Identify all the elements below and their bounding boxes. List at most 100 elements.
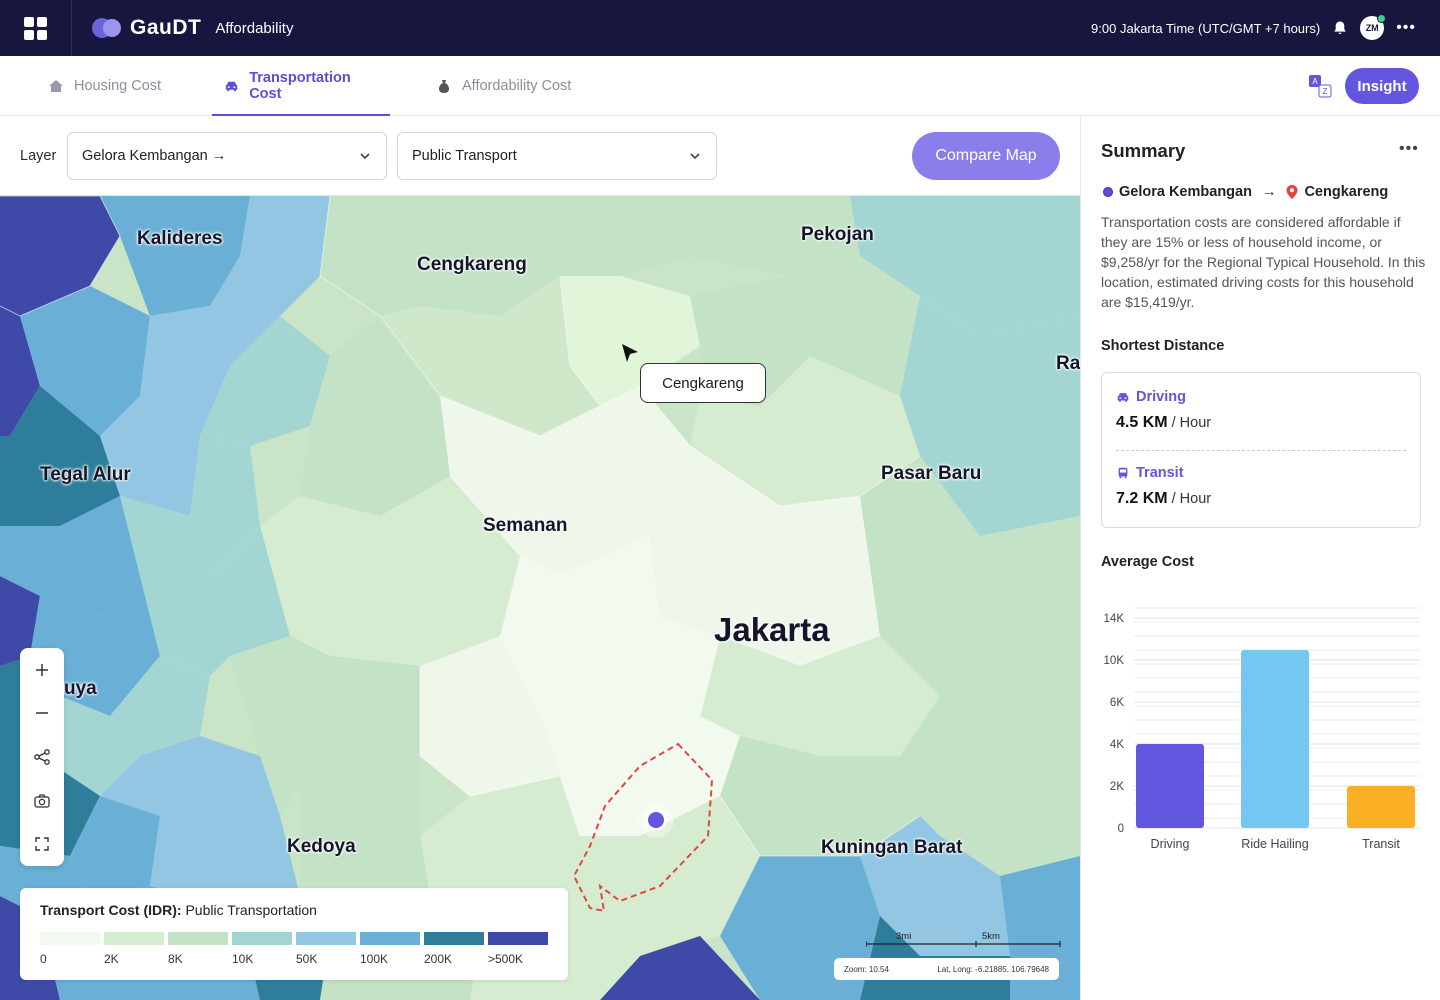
y-tick-label: 2K <box>1110 781 1124 793</box>
map-tooltip: Cengkareng <box>640 363 766 403</box>
fullscreen-icon <box>35 837 49 851</box>
map-label-jakarta: Jakarta <box>714 611 830 648</box>
legend-swatch <box>104 932 164 945</box>
transit-unit: / Hour <box>1167 491 1212 507</box>
zoom-out-button[interactable] <box>20 692 64 736</box>
map-label-tegal-alur: Tegal Alur <box>40 464 131 485</box>
map-controls <box>20 648 64 866</box>
car-icon <box>225 81 238 92</box>
chevron-down-icon <box>360 153 370 160</box>
legend-swatch <box>296 932 356 945</box>
map-label-semanan: Semanan <box>483 515 568 536</box>
summary-panel: Summary ••• Gelora Kembangan → Cengkaren… <box>1080 116 1440 1000</box>
transit-value: 7.2 KM <box>1116 490 1168 507</box>
tab-label: Affordability Cost <box>462 78 572 94</box>
map-label-kuningan-barat: Kuningan Barat <box>821 837 963 858</box>
bell-icon[interactable] <box>1332 20 1348 36</box>
app-grid-icon[interactable] <box>0 0 72 56</box>
minus-icon <box>36 712 48 715</box>
bus-icon <box>1118 467 1128 479</box>
layer-bar: Layer Gelora Kembangan → Public Transpor… <box>0 116 1080 196</box>
share-icon <box>34 749 50 765</box>
legend-swatch <box>40 932 100 945</box>
tab-affordability-cost[interactable]: Affordability Cost <box>426 56 581 116</box>
map-pin-icon <box>1286 185 1298 199</box>
layer-label: Layer <box>20 148 57 164</box>
legend-tick-label: 8K <box>168 952 183 966</box>
map-label-kalideres: Kalideres <box>137 228 223 249</box>
more-options-icon[interactable]: ••• <box>1399 140 1419 158</box>
origin-select-value: Gelora Kembangan → <box>82 148 227 164</box>
house-icon <box>49 80 63 92</box>
legend-swatch <box>168 932 228 945</box>
zoom-in-button[interactable] <box>20 648 64 692</box>
driving-label: Driving <box>1136 389 1186 405</box>
x-tick-label: Driving <box>1151 837 1190 851</box>
map-label-cengkareng: Cengkareng <box>417 254 527 275</box>
y-tick-label: 0 <box>1118 823 1124 835</box>
shortest-distance-title: Shortest Distance <box>1101 338 1225 354</box>
transport-mode-select[interactable]: Public Transport <box>397 132 717 180</box>
tab-transportation-cost[interactable]: Transportation Cost <box>212 56 390 116</box>
tab-label: Transportation Cost <box>249 70 351 102</box>
scale-miles: 3mi <box>896 931 912 942</box>
avatar[interactable]: ZM <box>1360 14 1387 40</box>
summary-title: Summary <box>1101 140 1186 161</box>
bar-ride-hailing <box>1241 650 1309 828</box>
transit-distance: Transit 7.2 KM / Hour <box>1116 465 1211 508</box>
tab-housing-cost[interactable]: Housing Cost <box>38 56 171 116</box>
screenshot-button[interactable] <box>20 779 64 823</box>
map-label-kedoya: Kedoya <box>287 836 356 857</box>
plus-icon <box>36 663 48 676</box>
shortest-distance-card: Driving 4.5 KM / Hour Transit 7.2 KM / H… <box>1101 372 1421 528</box>
y-tick-label: 6K <box>1110 697 1124 709</box>
average-cost-chart: 0 2K 4K 6K 10K 14K Driving Ride Hailing Transit <box>1104 607 1420 851</box>
map-coordinates: Zoom: 10.54 Lat, Long: -6.21885, 106.796… <box>834 958 1059 980</box>
brand[interactable]: GauDT Affordability <box>92 15 293 41</box>
origin-select[interactable]: Gelora Kembangan → <box>67 132 387 180</box>
selected-area-outline <box>572 742 714 913</box>
camera-icon <box>34 793 50 808</box>
arrow-right-icon: → <box>1261 184 1277 200</box>
legend-tick-label: 0 <box>40 952 47 966</box>
map-label-pasar-baru: Pasar Baru <box>881 463 982 484</box>
summary-description: Transportation costs are considered affo… <box>1101 214 1426 310</box>
fullscreen-button[interactable] <box>20 822 64 866</box>
lat-long: Lat, Long: -6.21885, 106.79648 <box>937 964 1049 974</box>
route-summary: Gelora Kembangan → Cengkareng <box>1103 184 1388 200</box>
share-button[interactable] <box>20 735 64 779</box>
y-tick-label: 10K <box>1104 655 1125 667</box>
driving-value: 4.5 KM <box>1116 414 1168 431</box>
tab-bar: Housing Cost Transportation Cost Afforda… <box>0 56 1440 116</box>
map-label-ra: Ra <box>1056 353 1080 374</box>
choropleth-map[interactable]: Kalideres Cengkareng Pekojan Ra Tegal Al… <box>0 196 1080 1000</box>
route-origin: Gelora Kembangan <box>1119 184 1252 200</box>
transit-label: Transit <box>1136 465 1184 481</box>
legend-tick-label: 50K <box>296 952 318 966</box>
legend-tick-label: 10K <box>232 952 254 966</box>
more-menu-icon[interactable]: ••• <box>1396 19 1416 37</box>
route-destination: Cengkareng <box>1304 184 1389 200</box>
y-tick-label: 4K <box>1110 739 1124 751</box>
legend-swatch <box>488 932 548 945</box>
compare-map-button[interactable]: Compare Map <box>912 132 1060 180</box>
location-marker <box>648 812 664 828</box>
driving-distance: Driving 4.5 KM / Hour <box>1116 389 1211 432</box>
y-tick-label: 14K <box>1104 613 1125 625</box>
tab-label: Housing Cost <box>74 78 162 94</box>
map-label-uya: uya <box>64 678 97 699</box>
brand-name: GauDT <box>130 16 202 39</box>
legend-title: Transport Cost (IDR): Public Transportat… <box>40 902 317 918</box>
module-name: Affordability <box>215 19 294 37</box>
top-bar: GauDT Affordability 9:00 Jakarta Time (U… <box>0 0 1440 56</box>
bar-transit <box>1347 786 1415 828</box>
legend-tick-label: 100K <box>360 952 389 966</box>
insight-button[interactable]: Insight <box>1345 68 1419 104</box>
translate-icon[interactable]: A Z <box>1308 74 1332 98</box>
legend-swatch <box>424 932 484 945</box>
money-bag-icon <box>439 80 449 93</box>
chevron-down-icon <box>690 153 700 160</box>
legend-color-scale <box>40 932 548 945</box>
svg-text:Z: Z <box>1323 87 1328 96</box>
legend-swatch <box>360 932 420 945</box>
